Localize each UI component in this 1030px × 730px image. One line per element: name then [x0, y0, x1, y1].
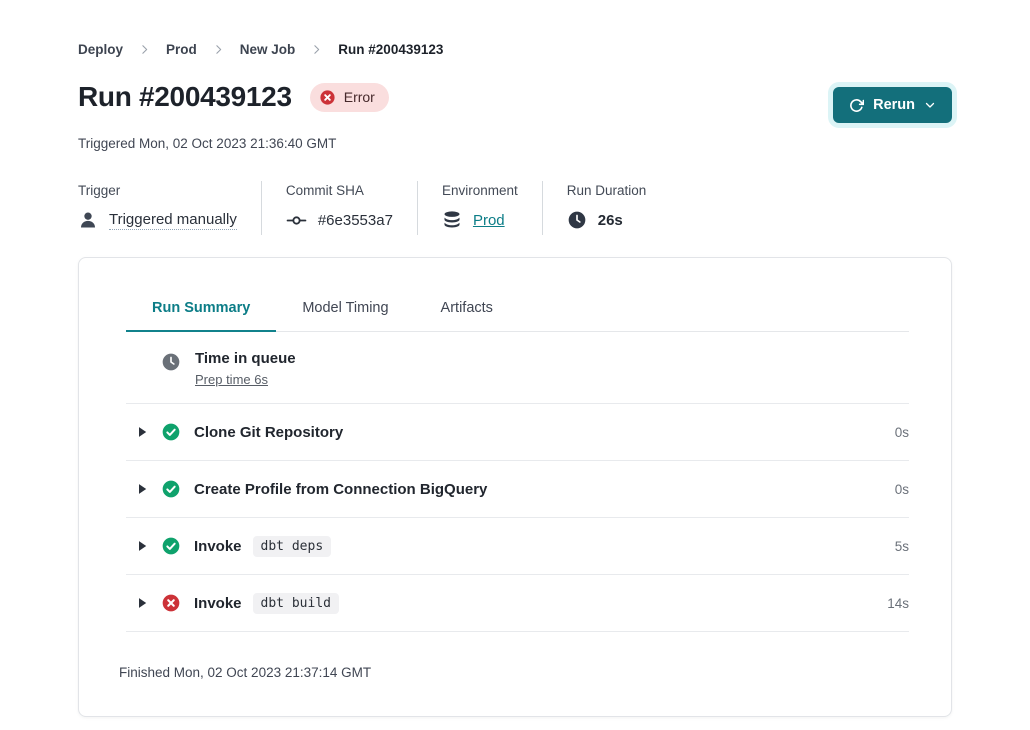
queue-title: Time in queue [195, 350, 296, 367]
meta-trigger-label: Trigger [78, 183, 237, 198]
time-in-queue-row: Time in queue Prep time 6s [126, 332, 909, 404]
meta-environment: Environment Prod [417, 181, 542, 235]
step-row-dbt-deps[interactable]: Invoke dbt deps 5s [126, 518, 909, 575]
breadcrumb: Deploy Prod New Job Run #200439123 [78, 42, 952, 57]
database-icon [442, 210, 462, 230]
success-check-icon [161, 536, 181, 556]
run-detail-page: Deploy Prod New Job Run #200439123 Run #… [0, 0, 1030, 730]
breadcrumb-new-job[interactable]: New Job [240, 42, 296, 57]
chevron-right-icon [138, 43, 151, 56]
meta-commit-label: Commit SHA [286, 183, 393, 198]
clock-icon [567, 210, 587, 230]
finished-timestamp: Finished Mon, 02 Oct 2023 21:37:14 GMT [119, 632, 909, 694]
expand-arrow-icon[interactable] [138, 597, 148, 609]
step-duration: 14s [887, 596, 909, 611]
prep-time-link[interactable]: Prep time 6s [195, 372, 296, 387]
run-meta-row: Trigger Triggered manually Commit SHA #6… [78, 181, 952, 235]
rerun-button-label: Rerun [873, 97, 915, 113]
step-row-dbt-build[interactable]: Invoke dbt build 14s [126, 575, 909, 632]
meta-duration-label: Run Duration [567, 183, 647, 198]
user-icon [78, 210, 98, 230]
error-circle-icon [319, 89, 336, 106]
page-header: Run #200439123 Error Rerun [78, 81, 952, 123]
tab-artifacts[interactable]: Artifacts [415, 300, 519, 331]
step-row-create-profile[interactable]: Create Profile from Connection BigQuery … [126, 461, 909, 518]
meta-run-duration: Run Duration 26s [542, 181, 671, 235]
run-summary-card: Run Summary Model Timing Artifacts Time … [78, 257, 952, 717]
clock-icon [161, 352, 181, 372]
step-duration: 0s [895, 482, 909, 497]
status-badge-label: Error [344, 89, 375, 105]
tab-bar: Run Summary Model Timing Artifacts [126, 300, 909, 332]
expand-arrow-icon[interactable] [138, 540, 148, 552]
environment-link[interactable]: Prod [473, 212, 505, 229]
breadcrumb-prod[interactable]: Prod [166, 42, 197, 57]
expand-arrow-icon[interactable] [138, 483, 148, 495]
step-name: Clone Git Repository [194, 424, 343, 441]
chevron-right-icon [212, 43, 225, 56]
step-row-clone-git[interactable]: Clone Git Repository 0s [126, 404, 909, 461]
triggered-timestamp: Triggered Mon, 02 Oct 2023 21:36:40 GMT [78, 136, 952, 151]
step-duration: 5s [895, 539, 909, 554]
commit-icon [286, 210, 307, 231]
refresh-icon [849, 98, 864, 113]
commit-sha-value: #6e3553a7 [318, 212, 393, 229]
status-badge: Error [310, 83, 389, 112]
success-check-icon [161, 422, 181, 442]
rerun-button[interactable]: Rerun [833, 87, 952, 123]
tab-model-timing[interactable]: Model Timing [276, 300, 414, 331]
trigger-value[interactable]: Triggered manually [109, 211, 237, 230]
success-check-icon [161, 479, 181, 499]
expand-arrow-icon[interactable] [138, 426, 148, 438]
tab-run-summary[interactable]: Run Summary [126, 300, 276, 332]
chevron-right-icon [310, 43, 323, 56]
step-duration: 0s [895, 425, 909, 440]
breadcrumb-deploy[interactable]: Deploy [78, 42, 123, 57]
meta-commit-sha: Commit SHA #6e3553a7 [261, 181, 417, 235]
command-chip: dbt build [253, 593, 339, 614]
meta-environment-label: Environment [442, 183, 518, 198]
page-title: Run #200439123 [78, 81, 292, 113]
step-name: Create Profile from Connection BigQuery [194, 481, 487, 498]
meta-trigger: Trigger Triggered manually [78, 181, 261, 235]
step-name: Invoke [194, 538, 242, 555]
step-name: Invoke [194, 595, 242, 612]
run-duration-value: 26s [598, 212, 623, 229]
command-chip: dbt deps [253, 536, 332, 557]
error-circle-icon [161, 593, 181, 613]
breadcrumb-current-run: Run #200439123 [338, 42, 443, 57]
chevron-down-icon [924, 99, 936, 111]
